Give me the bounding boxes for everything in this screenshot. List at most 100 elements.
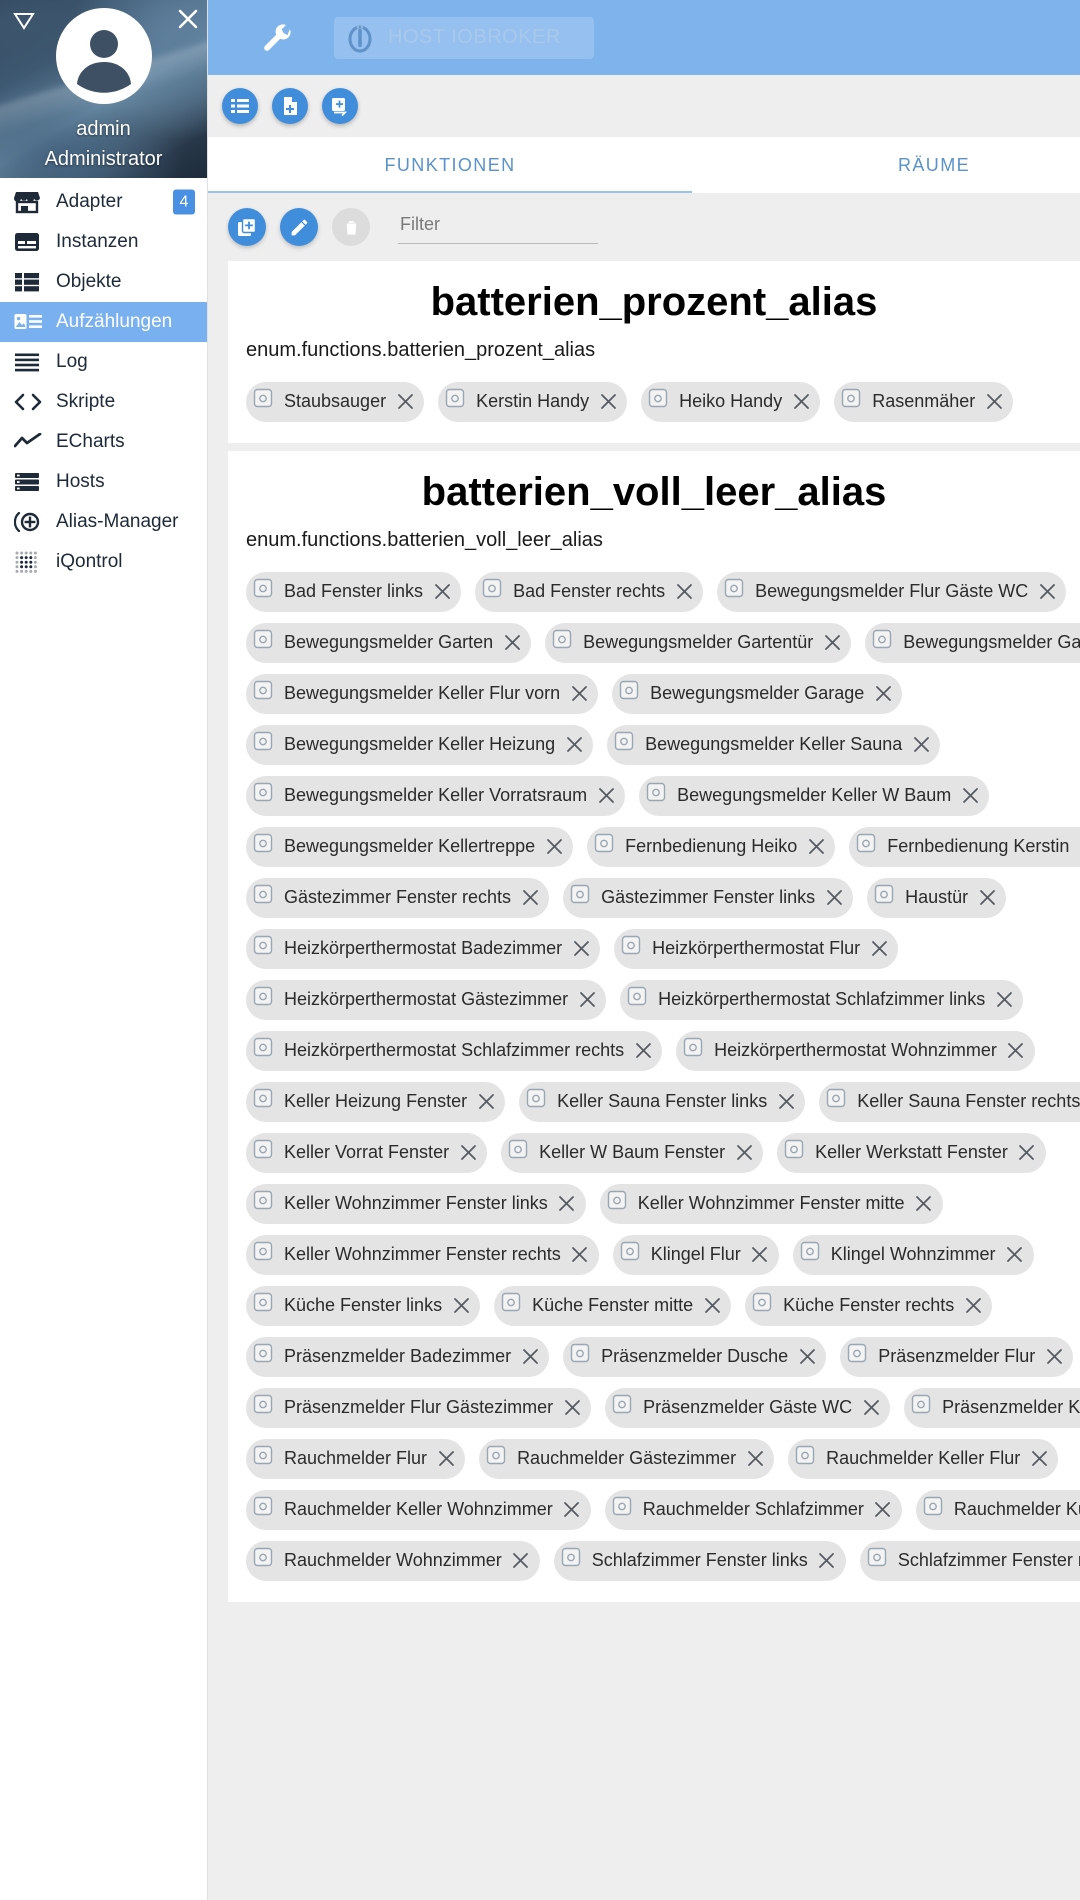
chip-remove-icon[interactable] bbox=[974, 885, 1000, 911]
chip-remove-icon[interactable] bbox=[574, 987, 600, 1013]
member-chip[interactable]: Präsenzmelder Dusche bbox=[563, 1336, 827, 1377]
chip-remove-icon[interactable] bbox=[630, 1038, 656, 1064]
wrench-icon[interactable] bbox=[260, 21, 294, 55]
member-chip[interactable]: Keller W Baum Fenster bbox=[501, 1132, 764, 1173]
chip-remove-icon[interactable] bbox=[433, 1446, 459, 1472]
member-chip[interactable]: Klingel Flur bbox=[612, 1234, 779, 1275]
member-chip[interactable]: Fernbedienung Heiko bbox=[587, 826, 836, 867]
member-chip[interactable]: Rauchmelder Wohnzimmer bbox=[246, 1540, 540, 1581]
sidebar-item-skripte[interactable]: Skripte bbox=[0, 382, 207, 422]
member-chip[interactable]: Heizkörperthermostat Flur bbox=[614, 928, 899, 969]
chip-remove-icon[interactable] bbox=[908, 732, 934, 758]
chip-remove-icon[interactable] bbox=[559, 1395, 585, 1421]
member-chip[interactable]: Heizkörperthermostat Schlafzimmer rechts bbox=[246, 1030, 663, 1071]
member-chip[interactable]: Gästezimmer Fenster rechts bbox=[246, 877, 550, 918]
chip-remove-icon[interactable] bbox=[448, 1293, 474, 1319]
member-chip[interactable]: Bewegungsmelder Keller Sauna bbox=[607, 724, 941, 765]
pencil-icon[interactable] bbox=[280, 208, 318, 246]
chip-remove-icon[interactable] bbox=[499, 630, 525, 656]
member-chip[interactable]: Keller Sauna Fenster links bbox=[519, 1081, 806, 1122]
member-chip[interactable]: Präsenzmelder Gäste WC bbox=[605, 1387, 891, 1428]
chip-remove-icon[interactable] bbox=[561, 732, 587, 758]
member-chip[interactable]: Bewegungsmelder Garten bbox=[246, 622, 532, 663]
chip-remove-icon[interactable] bbox=[392, 389, 418, 415]
member-chip[interactable]: Rauchmelder Keller Flur bbox=[788, 1438, 1059, 1479]
chip-remove-icon[interactable] bbox=[773, 1089, 799, 1115]
member-chip[interactable]: Präsenzmelder Küche bbox=[904, 1387, 1080, 1428]
chip-remove-icon[interactable] bbox=[1041, 1344, 1067, 1370]
chip-remove-icon[interactable] bbox=[559, 1497, 585, 1523]
member-chip[interactable]: Bewegungsmelder Keller Flur vorn bbox=[246, 673, 599, 714]
member-chip[interactable]: Haustür bbox=[867, 877, 1007, 918]
member-chip[interactable]: Bewegungsmelder Keller Heizung bbox=[246, 724, 594, 765]
member-chip[interactable]: Bewegungsmelder Kellertreppe bbox=[246, 826, 574, 867]
chip-remove-icon[interactable] bbox=[911, 1191, 937, 1217]
chip-remove-icon[interactable] bbox=[957, 783, 983, 809]
chip-remove-icon[interactable] bbox=[1075, 834, 1080, 860]
chip-remove-icon[interactable] bbox=[429, 579, 455, 605]
chip-remove-icon[interactable] bbox=[1014, 1140, 1040, 1166]
chip-remove-icon[interactable] bbox=[595, 389, 621, 415]
chip-remove-icon[interactable] bbox=[699, 1293, 725, 1319]
member-chip[interactable]: Fernbedienung Kerstin bbox=[849, 826, 1080, 867]
sidebar-item-log[interactable]: Log bbox=[0, 342, 207, 382]
sidebar-item-adapter[interactable]: Adapter 4 bbox=[0, 182, 207, 222]
member-chip[interactable]: Schlafzimmer Fenster links bbox=[553, 1540, 846, 1581]
member-chip[interactable]: Keller Wohnzimmer Fenster mitte bbox=[599, 1183, 943, 1224]
sidebar-item-instanzen[interactable]: Instanzen bbox=[0, 222, 207, 262]
tab-funktionen[interactable]: FUNKTIONEN bbox=[208, 137, 692, 193]
member-chip[interactable]: Keller Vorrat Fenster bbox=[246, 1132, 488, 1173]
member-chip[interactable]: Bad Fenster rechts bbox=[475, 571, 704, 612]
member-chip[interactable]: Keller Sauna Fenster rechts bbox=[819, 1081, 1080, 1122]
chip-remove-icon[interactable] bbox=[731, 1140, 757, 1166]
member-chip[interactable]: Staubsauger bbox=[246, 381, 425, 422]
chip-remove-icon[interactable] bbox=[508, 1548, 534, 1574]
chip-remove-icon[interactable] bbox=[788, 389, 814, 415]
member-chip[interactable]: Heiko Handy bbox=[641, 381, 821, 422]
member-chip[interactable]: Keller Wohnzimmer Fenster links bbox=[246, 1183, 586, 1224]
member-chip[interactable]: Präsenzmelder Flur Gästezimmer bbox=[246, 1387, 592, 1428]
tab-raeume[interactable]: RÄUME bbox=[692, 137, 1080, 193]
chip-remove-icon[interactable] bbox=[593, 783, 619, 809]
member-chip[interactable]: Heizkörperthermostat Badezimmer bbox=[246, 928, 601, 969]
member-chip[interactable]: Präsenzmelder Flur bbox=[840, 1336, 1074, 1377]
chip-remove-icon[interactable] bbox=[991, 987, 1017, 1013]
chip-remove-icon[interactable] bbox=[870, 1497, 896, 1523]
import-icon[interactable] bbox=[322, 88, 358, 124]
file-add-icon[interactable] bbox=[272, 88, 308, 124]
member-chip[interactable]: Keller Heizung Fenster bbox=[246, 1081, 506, 1122]
sidebar-item-objekte[interactable]: Objekte bbox=[0, 262, 207, 302]
chip-remove-icon[interactable] bbox=[1034, 579, 1060, 605]
collapse-triangle-icon[interactable] bbox=[11, 8, 37, 34]
chip-remove-icon[interactable] bbox=[981, 389, 1007, 415]
chip-remove-icon[interactable] bbox=[814, 1548, 840, 1574]
chip-remove-icon[interactable] bbox=[866, 936, 892, 962]
member-chip[interactable]: Klingel Wohnzimmer bbox=[792, 1234, 1034, 1275]
chip-remove-icon[interactable] bbox=[568, 936, 594, 962]
search-input[interactable] bbox=[398, 210, 598, 244]
chip-remove-icon[interactable] bbox=[567, 1242, 593, 1268]
member-chip[interactable]: Bewegungsmelder Garten Terrasse bbox=[865, 622, 1080, 663]
chip-remove-icon[interactable] bbox=[1002, 1242, 1028, 1268]
chip-remove-icon[interactable] bbox=[870, 681, 896, 707]
avatar[interactable] bbox=[55, 8, 152, 104]
member-chip[interactable]: Präsenzmelder Badezimmer bbox=[246, 1336, 550, 1377]
sidebar-item-iqontrol[interactable]: iQontrol bbox=[0, 542, 207, 582]
chip-remove-icon[interactable] bbox=[803, 834, 829, 860]
chip-remove-icon[interactable] bbox=[473, 1089, 499, 1115]
member-chip[interactable]: Küche Fenster mitte bbox=[494, 1285, 732, 1326]
chip-remove-icon[interactable] bbox=[671, 579, 697, 605]
member-chip[interactable]: Kerstin Handy bbox=[438, 381, 628, 422]
sidebar-item-aufz-hlungen[interactable]: Aufzählungen bbox=[0, 302, 207, 342]
chip-remove-icon[interactable] bbox=[858, 1395, 884, 1421]
member-chip[interactable]: Küche Fenster links bbox=[246, 1285, 481, 1326]
member-chip[interactable]: Bewegungsmelder Flur Gäste WC bbox=[717, 571, 1067, 612]
enum-card[interactable]: batterien_prozent_alias enum.functions.ba… bbox=[228, 261, 1080, 443]
chip-remove-icon[interactable] bbox=[1026, 1446, 1052, 1472]
member-chip[interactable]: Rauchmelder Schlafzimmer bbox=[604, 1489, 902, 1530]
chip-remove-icon[interactable] bbox=[960, 1293, 986, 1319]
member-chip[interactable]: Rasenmäher bbox=[834, 381, 1014, 422]
add-copy-icon[interactable] bbox=[228, 208, 266, 246]
member-chip[interactable]: Heizkörperthermostat Gästezimmer bbox=[246, 979, 607, 1020]
chip-remove-icon[interactable] bbox=[1003, 1038, 1029, 1064]
